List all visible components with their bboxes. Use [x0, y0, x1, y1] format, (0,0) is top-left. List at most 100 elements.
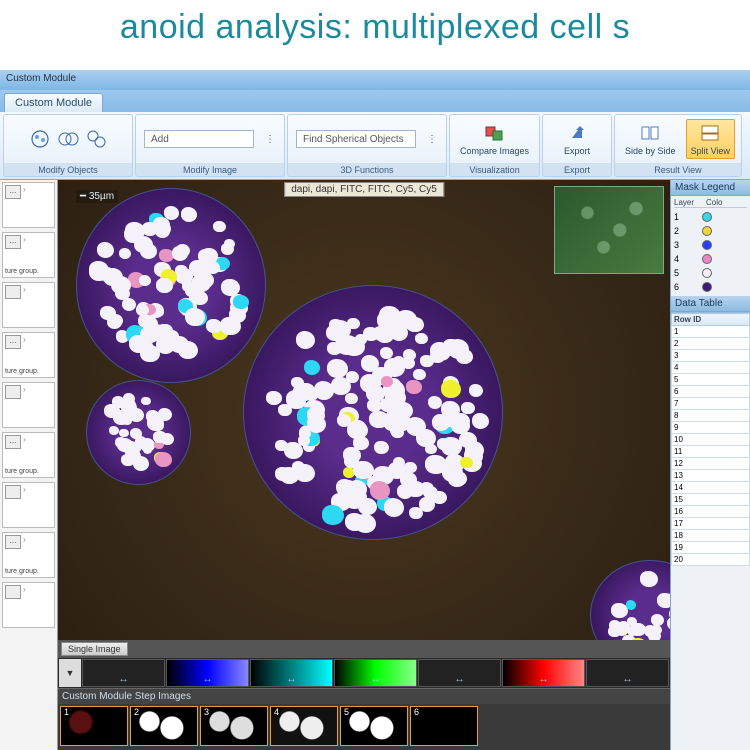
step-thumbnail[interactable]: 1 [60, 706, 128, 746]
side-by-side-button[interactable]: Side by Side [621, 120, 680, 158]
legend-row: 4 [674, 252, 747, 266]
left-panel-item[interactable]: ...›ture group. [2, 532, 55, 578]
modify-objects-icon-3[interactable] [85, 128, 107, 150]
left-panel-item[interactable]: › [2, 582, 55, 628]
table-row[interactable]: 16 [672, 506, 750, 518]
table-row[interactable]: 13 [672, 470, 750, 482]
export-button[interactable]: Export [560, 120, 594, 158]
ellipsis-button[interactable] [5, 385, 21, 399]
left-panel-item[interactable]: › [2, 282, 55, 328]
image-tabs: Single Image [58, 640, 670, 658]
organoid-object [243, 285, 503, 540]
ellipsis-button[interactable] [5, 285, 21, 299]
histogram-blue[interactable]: ↔ [166, 659, 249, 687]
table-row[interactable]: 18 [672, 530, 750, 542]
ellipsis-button[interactable] [5, 585, 21, 599]
chevron-right-icon: › [23, 185, 26, 199]
left-panel-item[interactable]: › [2, 482, 55, 528]
find-more-icon[interactable]: ⋮ [424, 134, 440, 145]
ellipsis-button[interactable]: ... [5, 435, 21, 449]
legend-color-dot [702, 212, 712, 222]
ribbon-group-result-view: Side by Side Split View Result View [614, 114, 742, 177]
table-row[interactable]: 10 [672, 434, 750, 446]
histogram-menu[interactable]: ▼ [59, 659, 81, 687]
histogram-gray2[interactable]: ↔ [418, 659, 501, 687]
table-row[interactable]: 1 [672, 326, 750, 338]
table-row[interactable]: 20 [672, 554, 750, 566]
left-panel-item[interactable]: › [2, 382, 55, 428]
add-more-icon[interactable]: ⋮ [262, 134, 278, 145]
data-table[interactable]: Row ID1234567891011121314151617181920 [671, 312, 750, 750]
split-view-button[interactable]: Split View [686, 119, 735, 159]
modify-objects-icon-2[interactable] [57, 128, 79, 150]
table-row[interactable]: 9 [672, 422, 750, 434]
table-row[interactable]: 11 [672, 446, 750, 458]
table-row[interactable]: 2 [672, 338, 750, 350]
histogram-cyan[interactable]: ↔ [250, 659, 333, 687]
legend-color-dot [702, 282, 712, 292]
ellipsis-button[interactable] [5, 485, 21, 499]
chevron-right-icon: › [23, 235, 26, 249]
legend-layer-num: 3 [674, 240, 696, 250]
ribbon-group-modify-objects: Modify Objects [3, 114, 133, 177]
ellipsis-button[interactable]: ... [5, 185, 21, 199]
table-row[interactable]: 12 [672, 458, 750, 470]
step-thumbnail[interactable]: 5 [340, 706, 408, 746]
chevron-right-icon: › [23, 335, 26, 349]
left-panel-item[interactable]: ...›ture group. [2, 432, 55, 478]
legend-row: 1 [674, 210, 747, 224]
table-row[interactable]: 6 [672, 386, 750, 398]
step-thumbnail[interactable]: 6 [410, 706, 478, 746]
tab-custom-module[interactable]: Custom Module [4, 93, 103, 112]
table-row[interactable]: 7 [672, 398, 750, 410]
table-row[interactable]: 8 [672, 410, 750, 422]
find-spherical-input[interactable] [296, 130, 416, 148]
legend-layer-num: 4 [674, 254, 696, 264]
step-thumbnail[interactable]: 2 [130, 706, 198, 746]
table-row[interactable]: 3 [672, 350, 750, 362]
organoid-object [76, 188, 266, 383]
left-panel-item[interactable]: ...›ture group. [2, 332, 55, 378]
mask-legend: Layer Colo 12 3 4 5 6 [671, 196, 750, 296]
legend-color-dot [702, 268, 712, 278]
left-panel: ...›...›ture group.›...›ture group.›...›… [0, 180, 58, 750]
histogram-gray[interactable]: ↔ [82, 659, 165, 687]
left-panel-item[interactable]: ...› [2, 182, 55, 228]
tab-single-image[interactable]: Single Image [61, 642, 128, 656]
left-panel-item[interactable]: ...›ture group. [2, 232, 55, 278]
histogram-green[interactable]: ↔ [334, 659, 417, 687]
histogram-gray3[interactable]: ↔ [586, 659, 669, 687]
ellipsis-button[interactable]: ... [5, 335, 21, 349]
channel-label: dapi, dapi, FITC, FITC, Cy5, Cy5 [284, 182, 444, 197]
step-thumbnail[interactable]: 3 [200, 706, 268, 746]
compare-icon [484, 122, 506, 144]
histogram-red[interactable]: ↔ [502, 659, 585, 687]
side-label: Side by Side [625, 146, 676, 156]
data-table-col-rowid[interactable]: Row ID [672, 314, 750, 326]
legend-layer-num: 6 [674, 282, 696, 292]
overview-thumbnail[interactable] [554, 186, 664, 274]
chevron-right-icon: › [23, 485, 26, 499]
table-row[interactable]: 19 [672, 542, 750, 554]
image-viewer[interactable]: ━ 35µm dapi, dapi, FITC, FITC, Cy5, Cy5 [58, 180, 670, 640]
table-row[interactable]: 14 [672, 482, 750, 494]
right-panel: Mask Legend LayerColo 123456 Data Table … [670, 180, 750, 750]
chevron-right-icon: › [23, 585, 26, 599]
left-item-label: ture group. [5, 568, 52, 575]
step-thumbnail[interactable]: 4 [270, 706, 338, 746]
legend-layer-num: 5 [674, 268, 696, 278]
ellipsis-button[interactable]: ... [5, 535, 21, 549]
legend-row: 2 [674, 224, 747, 238]
table-row[interactable]: 17 [672, 518, 750, 530]
export-icon [566, 122, 588, 144]
table-row[interactable]: 5 [672, 374, 750, 386]
legend-col-color: Colo [706, 198, 722, 207]
export-label: Export [564, 146, 590, 156]
add-input[interactable] [144, 130, 254, 148]
ellipsis-button[interactable]: ... [5, 235, 21, 249]
table-row[interactable]: 4 [672, 362, 750, 374]
modify-objects-icon-1[interactable] [29, 128, 51, 150]
table-row[interactable]: 15 [672, 494, 750, 506]
legend-col-layer: Layer [674, 198, 702, 207]
compare-images-button[interactable]: Compare Images [456, 120, 533, 158]
